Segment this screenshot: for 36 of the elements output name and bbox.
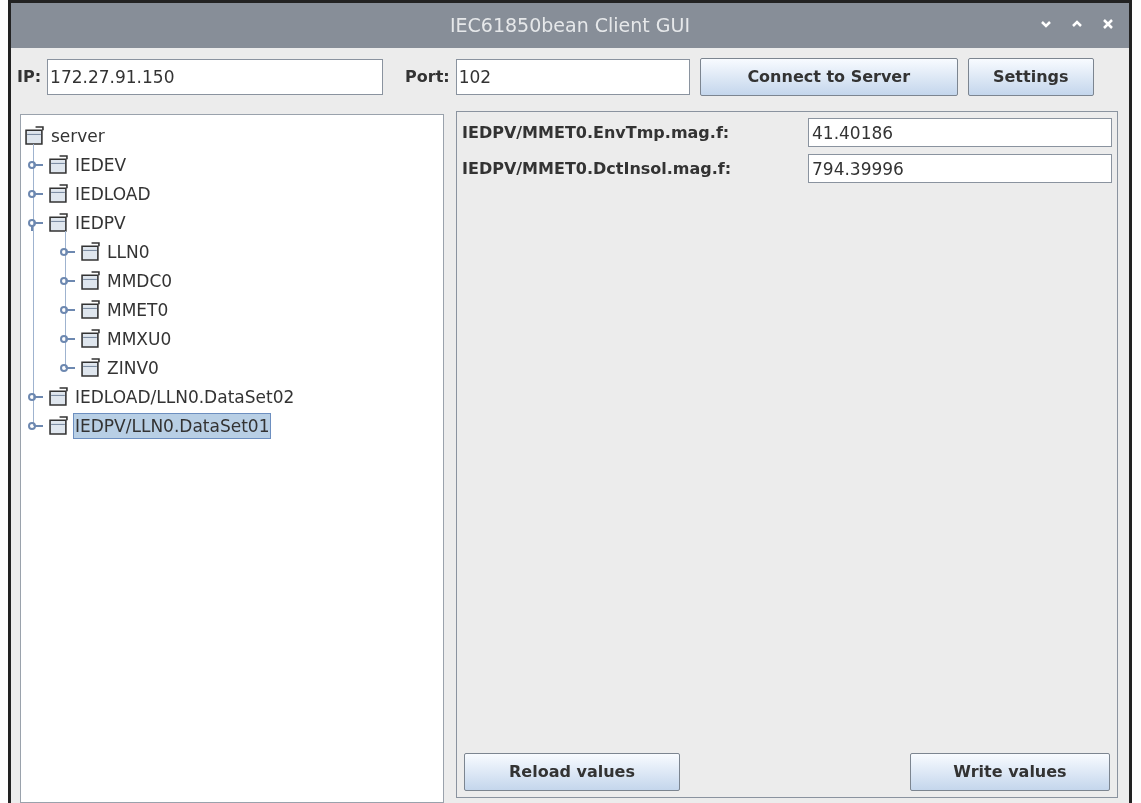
folder-icon <box>49 155 68 174</box>
folder-icon <box>49 184 68 203</box>
ip-label: IP: <box>17 66 42 88</box>
ip-field[interactable]: 172.27.91.150 <box>47 59 384 95</box>
tree-item[interactable]: IEDLOAD/LLN0.DataSet02 <box>73 383 297 410</box>
tree-item[interactable]: server <box>49 122 107 149</box>
tree-item[interactable]: ZINV0 <box>105 354 161 381</box>
folder-icon <box>81 300 100 319</box>
tree-item[interactable]: IEDLOAD <box>73 180 153 207</box>
folder-icon <box>49 213 68 232</box>
folder-icon <box>81 329 100 348</box>
value-field[interactable]: 41.40186 <box>808 118 1112 147</box>
tree-item[interactable]: IEDPV/LLN0.DataSet01 <box>73 412 272 439</box>
value-label: IEDPV/MMET0.EnvTmp.mag.f: <box>462 121 731 144</box>
value-label: IEDPV/MMET0.DctInsol.mag.f: <box>462 157 733 180</box>
value-field[interactable]: 794.39996 <box>808 154 1112 183</box>
folder-icon <box>49 387 68 406</box>
reload-button[interactable]: Reload values <box>464 753 680 791</box>
tree-item[interactable]: MMDC0 <box>105 267 175 294</box>
close-button[interactable] <box>1101 17 1115 31</box>
folder-icon <box>81 271 100 290</box>
folder-icon <box>49 416 68 435</box>
folder-icon <box>81 242 100 261</box>
tree-item[interactable]: MMET0 <box>105 296 171 323</box>
folder-icon <box>25 126 44 145</box>
write-button[interactable]: Write values <box>910 753 1110 791</box>
tree-item[interactable]: IEDEV <box>73 151 129 178</box>
connect-button[interactable]: Connect to Server <box>699 58 958 96</box>
tree-item[interactable]: LLN0 <box>105 238 152 265</box>
tree-item[interactable]: MMXU0 <box>105 325 174 352</box>
port-field[interactable]: 102 <box>455 59 690 95</box>
folder-icon <box>81 358 100 377</box>
window-title: IEC61850bean Client GUI <box>449 13 691 39</box>
port-label: Port: <box>405 66 450 88</box>
settings-button[interactable]: Settings <box>967 58 1094 96</box>
tree-item[interactable]: IEDPV <box>73 209 128 236</box>
